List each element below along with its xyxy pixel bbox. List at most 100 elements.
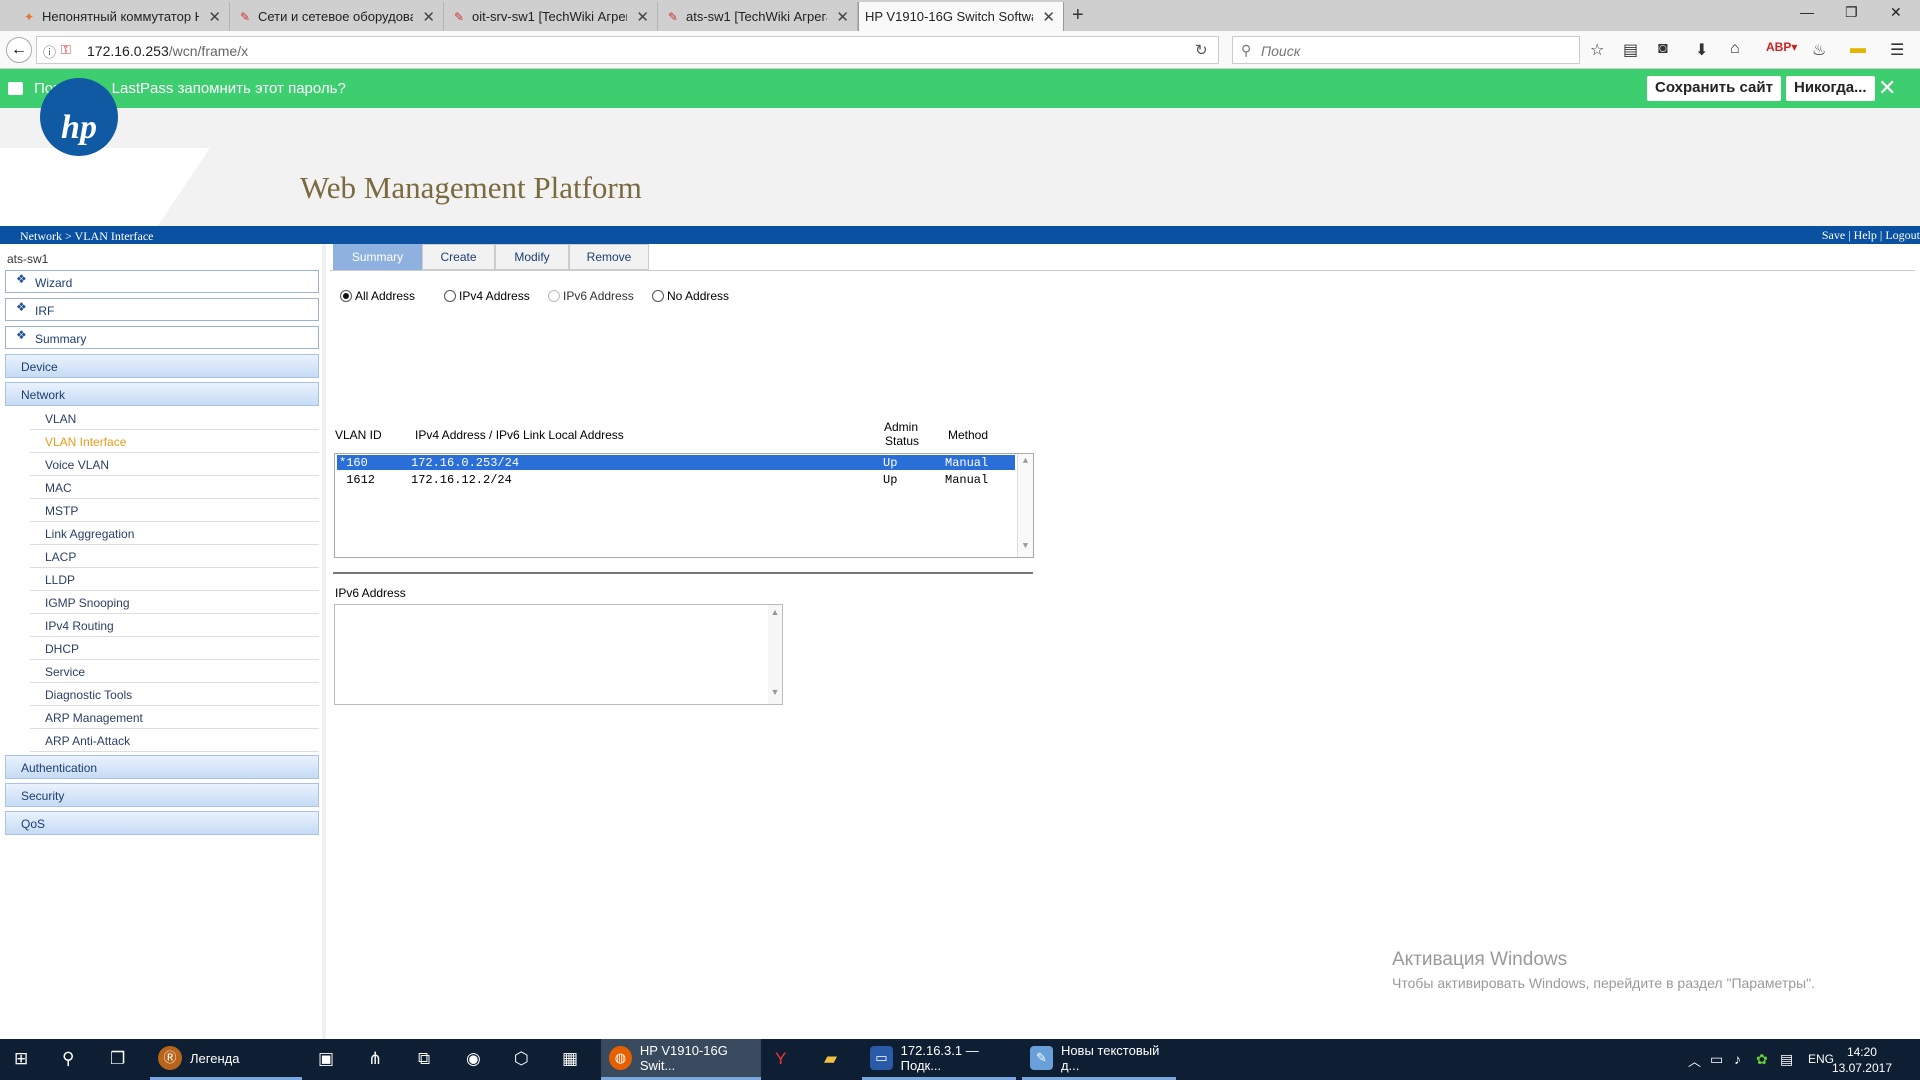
lastpass-icon[interactable]: ▬ <box>1850 40 1866 58</box>
help-link[interactable]: Help <box>1854 228 1877 242</box>
sidebar-item-mstp[interactable]: MSTP <box>30 499 319 522</box>
radio-no-address[interactable]: No Address <box>652 289 729 303</box>
list-item[interactable]: 1612 172.16.12.2/24 Up Manual <box>337 472 1015 487</box>
sidebar-item-igmp-snooping[interactable]: IGMP Snooping <box>30 591 319 614</box>
sidebar-item-voice-vlan[interactable]: Voice VLAN <box>30 453 319 476</box>
taskbar-app-remote-desktop[interactable]: ▭ 172.16.3.1 — Подк... <box>862 1039 1016 1080</box>
sidebar-item-wizard[interactable]: ❖ Wizard <box>5 270 319 293</box>
sidebar-item-arp-anti-attack[interactable]: ARP Anti-Attack <box>30 729 319 752</box>
sidebar-item-vlan[interactable]: VLAN <box>30 407 319 430</box>
browser-tab[interactable]: ✎ ats-sw1 [TechWiki Агрегатн ✕ <box>658 2 858 31</box>
browser-tab[interactable]: ✦ Непонятный коммутатор H ✕ <box>14 2 230 31</box>
sidebar-item-service[interactable]: Service <box>30 660 319 683</box>
sidebar-item-summary[interactable]: ❖ Summary <box>5 326 319 349</box>
file-explorer-icon[interactable]: ▰ <box>824 1049 837 1069</box>
search-icon[interactable]: ⚲ <box>62 1049 74 1069</box>
sidebar-category-security[interactable]: Security <box>5 783 319 807</box>
sidebar-category-device[interactable]: Device <box>5 354 319 378</box>
taskbar-app-label: Легенда <box>190 1050 240 1066</box>
sidebar-item-arp-management[interactable]: ARP Management <box>30 706 319 729</box>
save-link[interactable]: Save <box>1822 228 1845 242</box>
info-icon[interactable]: ⓘ <box>43 42 56 61</box>
sidebar-category-qos[interactable]: QoS <box>5 811 319 835</box>
radio-label: IPv4 Address <box>459 289 530 303</box>
scroll-down-icon[interactable]: ▼ <box>768 687 782 697</box>
close-tab-icon[interactable]: ✕ <box>1042 8 1055 26</box>
thunderbird-icon[interactable]: ◉ <box>466 1049 481 1069</box>
restore-icon[interactable]: ❐ <box>1845 4 1858 21</box>
back-button[interactable]: ← <box>6 37 32 63</box>
menu-icon[interactable]: ☰ <box>1890 40 1904 60</box>
sidebar-category-authentication[interactable]: Authentication <box>5 755 319 779</box>
reading-list-icon[interactable]: ▤ <box>1623 40 1638 60</box>
reload-icon[interactable]: ↻ <box>1195 41 1208 59</box>
adblock-icon[interactable]: ABP▾ <box>1766 40 1797 54</box>
network-icon[interactable]: ▭ <box>1710 1051 1723 1068</box>
close-tab-icon[interactable]: ✕ <box>208 8 221 26</box>
download-icon[interactable]: ⬇ <box>1695 40 1708 60</box>
yandex-browser-icon[interactable]: Y <box>775 1049 786 1069</box>
task-view-icon[interactable]: ❐ <box>110 1049 125 1069</box>
close-tab-icon[interactable]: ✕ <box>636 8 649 26</box>
pocket-icon[interactable]: ◙ <box>1658 40 1668 58</box>
language-indicator[interactable]: ENG <box>1808 1052 1834 1066</box>
close-tab-icon[interactable]: ✕ <box>836 8 849 26</box>
scroll-down-icon[interactable]: ▼ <box>1018 541 1033 551</box>
taskbar-app-legend[interactable]: Ⓡ Легенда <box>150 1039 302 1080</box>
logout-link[interactable]: Logout <box>1885 228 1920 242</box>
list-scrollbar[interactable]: ▲ ▼ <box>768 605 782 704</box>
radio-all-address[interactable]: All Address <box>340 289 415 303</box>
taskbar-app-notepad[interactable]: ✎ Новы текстовый д... <box>1022 1039 1176 1080</box>
sidebar-category-network[interactable]: Network <box>5 382 319 406</box>
close-window-icon[interactable]: ✕ <box>1890 4 1902 21</box>
sidebar-item-mac[interactable]: MAC <box>30 476 319 499</box>
lastpass-never-button[interactable]: Никогда... <box>1786 76 1875 101</box>
tray-app-icon[interactable]: ✿ <box>1756 1051 1768 1068</box>
list-scrollbar[interactable]: ▲ ▼ <box>1017 454 1033 557</box>
remote-app-icon[interactable]: ⧉ <box>418 1049 430 1069</box>
insecure-lock-icon[interactable]: ⚿ <box>61 42 71 58</box>
close-icon[interactable]: ✕ <box>1878 75 1896 101</box>
network-map-icon[interactable]: ⋔ <box>368 1049 382 1069</box>
sidebar-item-ipv4-routing[interactable]: IPv4 Routing <box>30 614 319 637</box>
tab-modify[interactable]: Modify <box>495 244 569 270</box>
chevron-up-icon[interactable]: ︿ <box>1688 1051 1701 1070</box>
browser-tab-active[interactable]: HP V1910-16G Switch Software V ✕ <box>858 2 1064 31</box>
taskbar-app-firefox[interactable]: ◍ HP V1910-16G Swit... <box>601 1039 761 1080</box>
bookmark-star-icon[interactable]: ☆ <box>1590 40 1604 60</box>
scroll-up-icon[interactable]: ▲ <box>768 607 782 617</box>
sidebar-item-lacp[interactable]: LACP <box>30 545 319 568</box>
lastpass-save-button[interactable]: Сохранить сайт <box>1647 76 1781 101</box>
extension-icon[interactable]: ♨ <box>1812 40 1826 60</box>
sidebar-item-label: VLAN <box>45 412 77 426</box>
terminal-icon[interactable]: ▦ <box>562 1049 578 1069</box>
windows-start-icon[interactable]: ⊞ <box>14 1049 28 1069</box>
close-tab-icon[interactable]: ✕ <box>422 8 435 26</box>
ipv6-address-list[interactable]: ▲ ▼ <box>334 604 783 705</box>
sidebar-item-link-aggregation[interactable]: Link Aggregation <box>30 522 319 545</box>
system-clock[interactable]: 14:20 13.07.2017 <box>1832 1044 1892 1076</box>
minimize-icon[interactable]: — <box>1800 4 1814 20</box>
sidebar-item-vlan-interface[interactable]: VLAN Interface <box>30 430 319 453</box>
sidebar-item-dhcp[interactable]: DHCP <box>30 637 319 660</box>
home-icon[interactable]: ⌂ <box>1730 40 1740 58</box>
volume-icon[interactable]: ♪ <box>1734 1051 1741 1067</box>
virtualbox-icon[interactable]: ⬡ <box>514 1049 529 1069</box>
sidebar-item-diagnostic-tools[interactable]: Diagnostic Tools <box>30 683 319 706</box>
browser-tab[interactable]: ✎ oit-srv-sw1 [TechWiki Агрег ✕ <box>444 2 658 31</box>
scroll-up-icon[interactable]: ▲ <box>1018 456 1033 466</box>
tab-create[interactable]: Create <box>422 244 495 270</box>
radio-ipv4-address[interactable]: IPv4 Address <box>444 289 530 303</box>
vlan-interface-list[interactable]: *160 172.16.0.253/24 Up Manual 1612 172.… <box>334 453 1034 558</box>
list-item[interactable]: *160 172.16.0.253/24 Up Manual <box>337 455 1015 470</box>
notifications-icon[interactable]: ▤ <box>1780 1051 1793 1068</box>
tab-summary[interactable]: Summary <box>333 244 422 270</box>
browser-tab[interactable]: ✎ Сети и сетевое оборудован ✕ <box>230 2 444 31</box>
search-box[interactable]: ⚲ Поиск <box>1232 36 1580 64</box>
tab-remove[interactable]: Remove <box>569 244 649 270</box>
new-tab-button[interactable]: + <box>1072 4 1084 27</box>
url-bar[interactable]: ⓘ ⚿ 172.16.0.253/wcn/frame/x ↻ <box>36 36 1219 64</box>
vmware-icon[interactable]: ▣ <box>318 1049 334 1069</box>
sidebar-item-irf[interactable]: ❖ IRF <box>5 298 319 321</box>
sidebar-item-lldp[interactable]: LLDP <box>30 568 319 591</box>
